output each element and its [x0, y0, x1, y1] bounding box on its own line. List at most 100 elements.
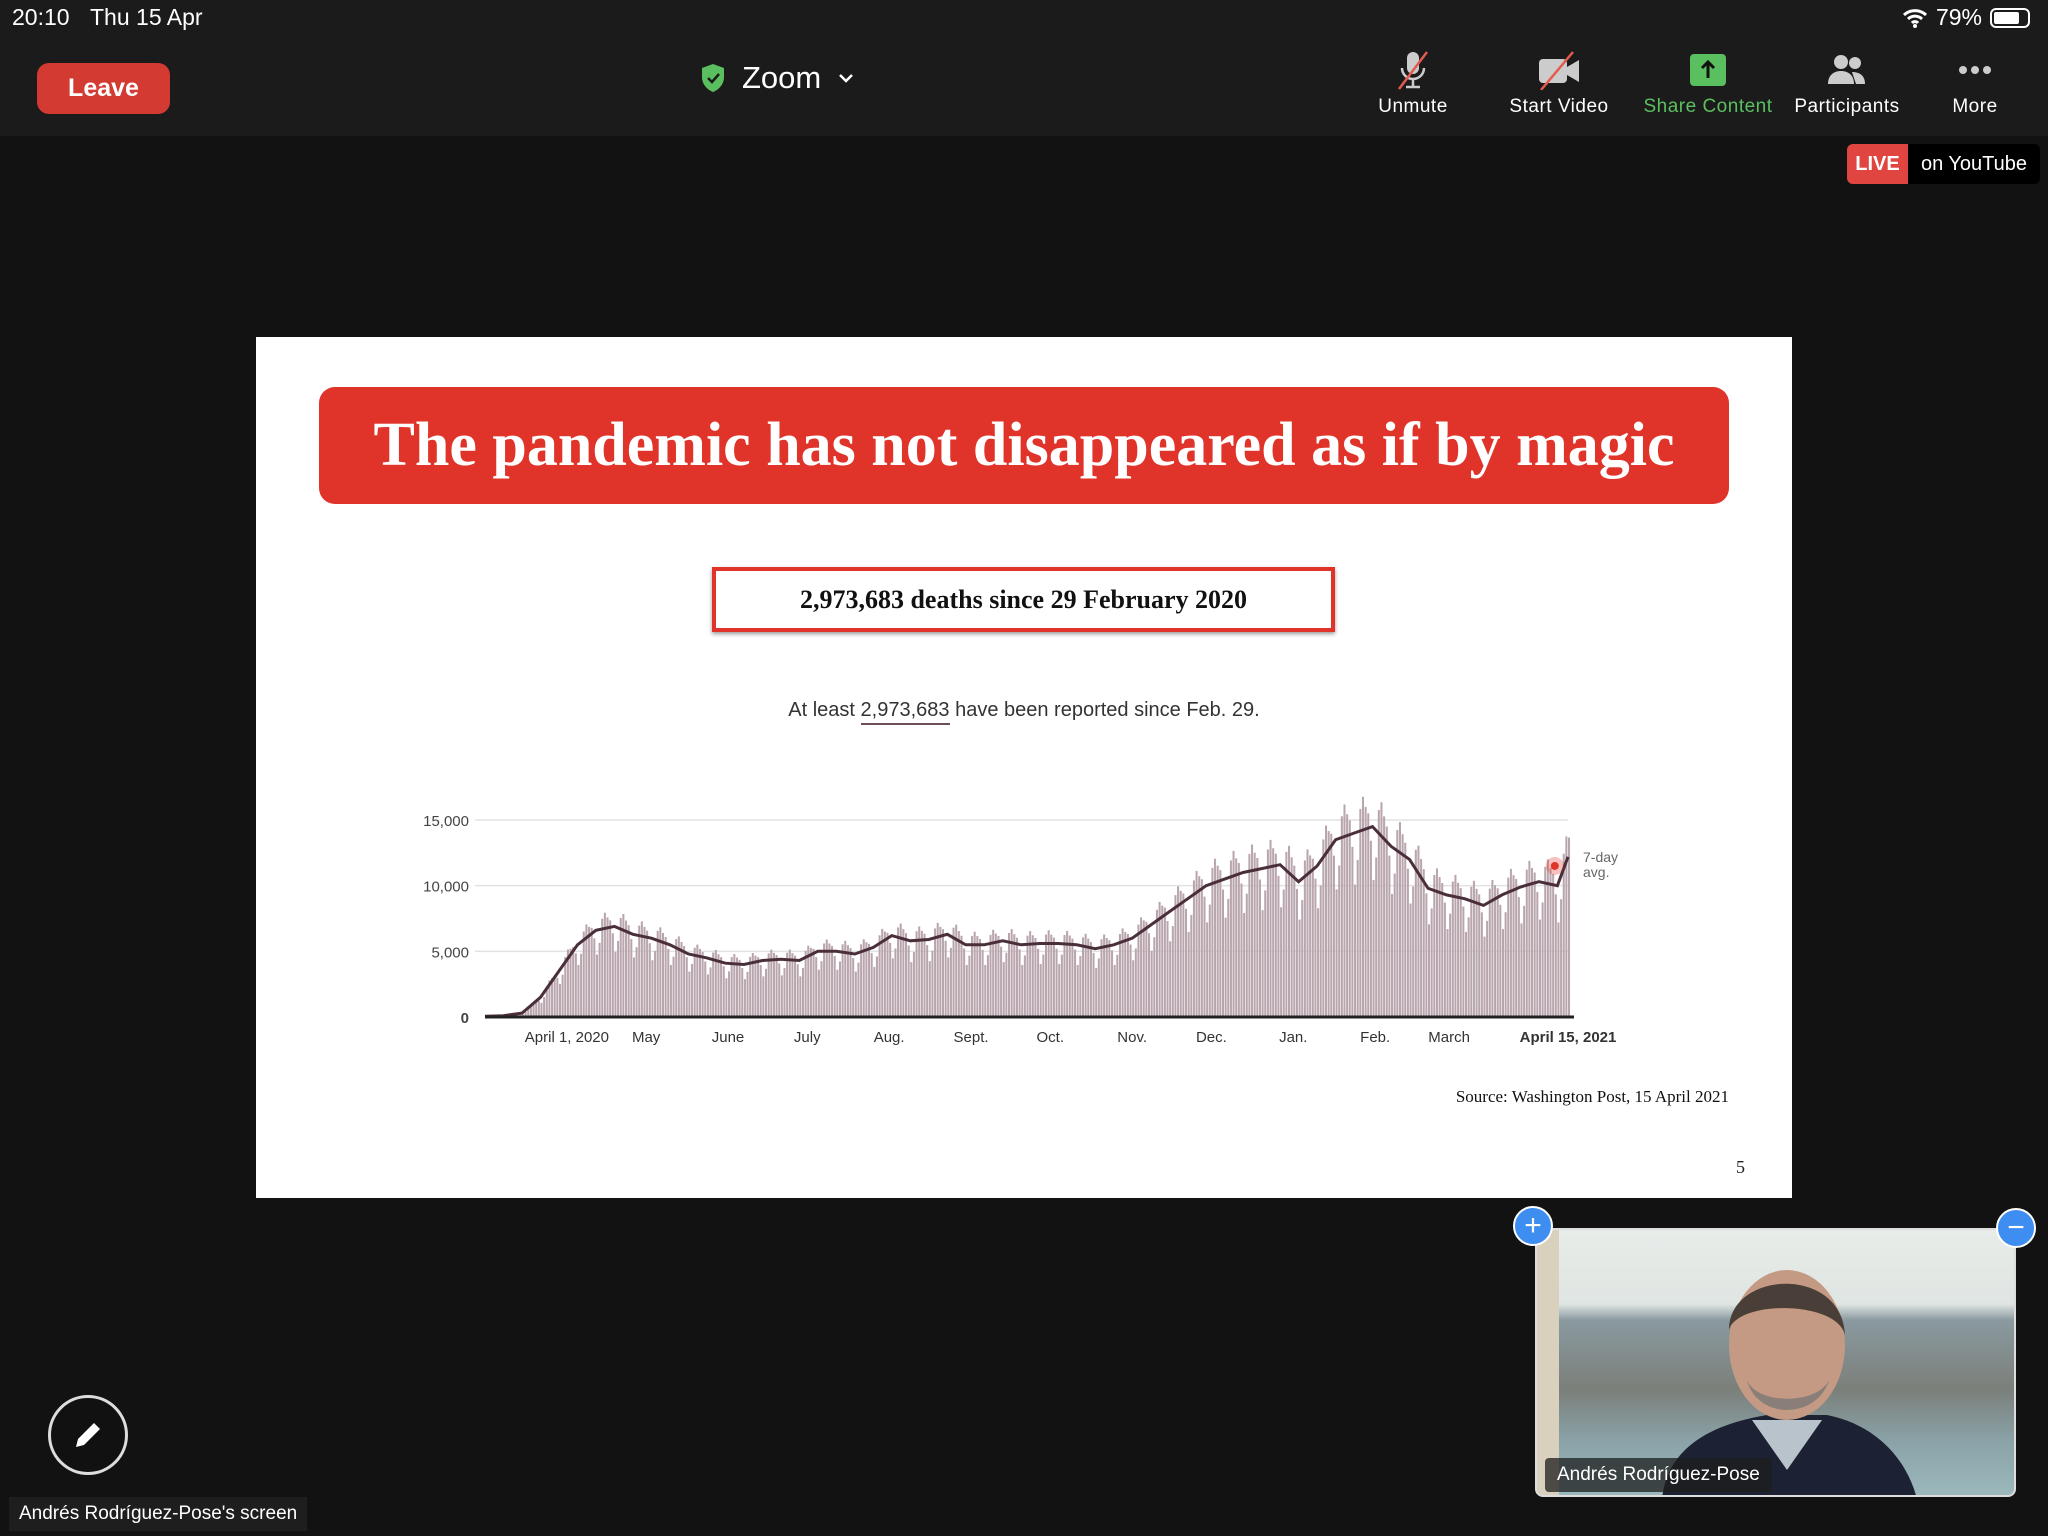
daily-bar	[1433, 874, 1436, 1017]
daily-bar	[593, 938, 596, 1017]
daily-bar	[796, 964, 799, 1017]
daily-bar	[1092, 952, 1095, 1017]
daily-bar	[1150, 950, 1153, 1017]
daily-bar	[1327, 831, 1330, 1017]
daily-bar	[1179, 890, 1182, 1017]
daily-bar	[778, 963, 781, 1017]
daily-bar	[588, 926, 591, 1017]
daily-bar	[1229, 860, 1232, 1017]
daily-bar	[1116, 954, 1119, 1017]
daily-bar	[926, 945, 929, 1017]
daily-bar	[1081, 937, 1085, 1017]
daily-bar	[1224, 917, 1227, 1017]
daily-bar	[1354, 884, 1357, 1017]
daily-bar	[728, 971, 731, 1017]
more-button[interactable]: More	[1900, 50, 2048, 118]
daily-bar	[1095, 967, 1098, 1017]
unmute-button[interactable]: Unmute	[1338, 50, 1488, 118]
daily-bar	[868, 943, 871, 1017]
annotate-button[interactable]	[48, 1395, 128, 1475]
daily-bar	[1335, 889, 1338, 1017]
daily-bar	[889, 942, 892, 1017]
daily-bar	[907, 945, 910, 1017]
daily-bar	[1055, 948, 1058, 1017]
zoom-in-button[interactable]: +	[1513, 1206, 1553, 1246]
daily-bar	[944, 940, 947, 1017]
start-video-button[interactable]: Start Video	[1484, 50, 1634, 118]
daily-bar	[767, 953, 770, 1017]
daily-bar	[947, 957, 950, 1017]
daily-bar	[1383, 816, 1386, 1017]
daily-bar	[894, 948, 897, 1017]
daily-bar	[762, 976, 765, 1017]
daily-bar	[1124, 931, 1127, 1017]
daily-bar	[1557, 922, 1560, 1017]
daily-bar	[624, 920, 628, 1017]
daily-bar	[828, 943, 831, 1017]
x-tick-label: April 1, 2020	[525, 1029, 609, 1046]
daily-bar	[574, 953, 577, 1017]
daily-bar	[1161, 905, 1164, 1017]
daily-bar	[791, 953, 794, 1017]
daily-bar	[1507, 877, 1510, 1017]
daily-bar	[704, 961, 707, 1017]
daily-bar	[1272, 848, 1275, 1017]
daily-bar	[1089, 942, 1092, 1017]
daily-bar	[1071, 938, 1074, 1017]
daily-bar	[643, 926, 646, 1017]
daily-bar	[561, 974, 564, 1017]
minimize-button[interactable]: −	[1996, 1208, 2036, 1248]
daily-bar	[1470, 886, 1473, 1017]
daily-bar	[1282, 889, 1285, 1017]
daily-bar	[1129, 944, 1132, 1017]
daily-bar	[833, 955, 836, 1017]
share-content-button[interactable]: Share Content	[1633, 50, 1783, 118]
daily-bar	[609, 920, 612, 1017]
daily-bar	[823, 943, 826, 1017]
daily-bar	[1301, 900, 1304, 1017]
daily-bar	[960, 935, 963, 1017]
daily-bar	[1560, 899, 1563, 1017]
highlight-point	[1550, 861, 1559, 870]
daily-bar	[614, 951, 617, 1017]
x-tick-label: July	[794, 1029, 821, 1046]
daily-bar	[669, 964, 672, 1017]
daily-bar	[1346, 814, 1349, 1017]
daily-bar	[722, 966, 725, 1017]
y-tick-label: 0	[461, 1010, 469, 1027]
daily-bar	[1148, 933, 1151, 1017]
daily-bar	[971, 936, 974, 1017]
daily-bar	[558, 983, 561, 1017]
daily-bar	[1058, 964, 1061, 1017]
daily-bar	[1504, 912, 1507, 1017]
leave-button[interactable]: Leave	[37, 63, 170, 114]
daily-bar	[1517, 897, 1520, 1017]
daily-bar	[1005, 952, 1008, 1017]
daily-bar	[1219, 870, 1222, 1017]
participant-video[interactable]: Andrés Rodríguez-Pose	[1535, 1228, 2016, 1497]
daily-bar	[815, 957, 818, 1017]
daily-bar	[865, 942, 868, 1017]
x-tick-label: Dec.	[1196, 1029, 1227, 1046]
daily-bar	[1525, 869, 1528, 1017]
meeting-title-dropdown[interactable]: Zoom	[700, 60, 855, 96]
daily-bar	[553, 975, 556, 1017]
daily-bar	[1317, 908, 1320, 1017]
daily-bar	[1541, 902, 1544, 1017]
daily-bar	[786, 952, 789, 1017]
daily-bar	[981, 949, 984, 1017]
daily-bar	[1314, 878, 1317, 1017]
live-youtube-badge[interactable]: LIVE on YouTube	[1847, 144, 2040, 184]
daily-bar	[720, 957, 723, 1017]
daily-bar	[1451, 881, 1454, 1017]
daily-bar	[664, 936, 667, 1017]
daily-bar	[1459, 888, 1462, 1017]
daily-bar	[1171, 926, 1174, 1017]
daily-bar	[1367, 813, 1370, 1017]
daily-bar	[1533, 872, 1536, 1017]
daily-bar	[1512, 875, 1515, 1017]
daily-bar	[989, 934, 992, 1017]
daily-bar	[1198, 876, 1201, 1017]
x-tick-label: May	[632, 1029, 661, 1046]
daily-bar	[698, 948, 701, 1017]
